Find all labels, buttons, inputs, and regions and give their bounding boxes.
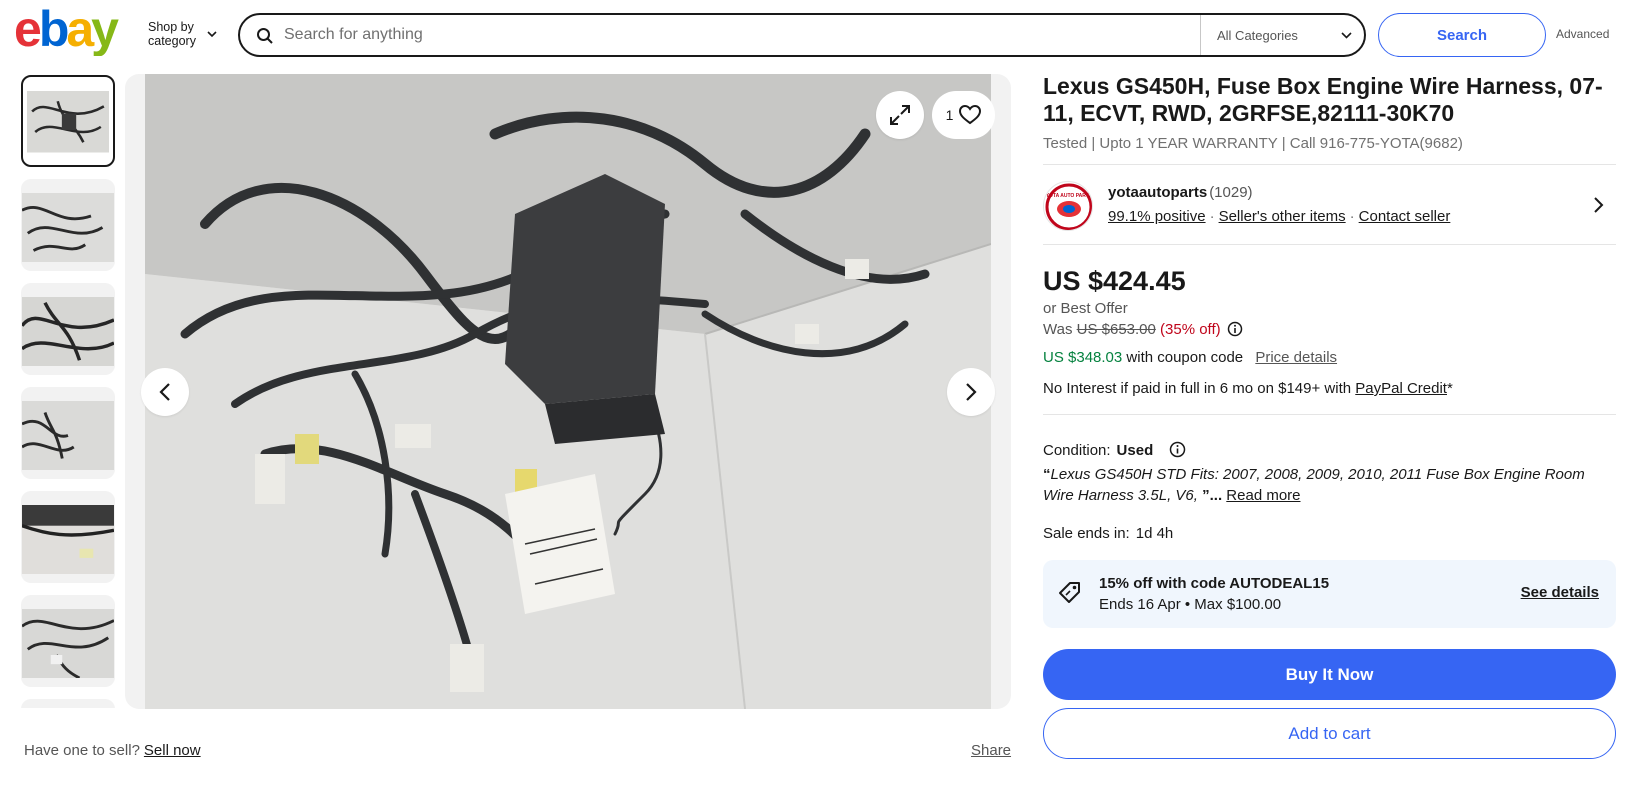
seller-info: yotaautoparts (1029) — [1108, 184, 1253, 201]
item-description: “Lexus GS450H STD Fits: 2007, 2008, 2009… — [1043, 464, 1618, 506]
thumbnail-image — [27, 91, 109, 153]
ebay-logo[interactable]: ebay — [14, 6, 134, 56]
seller-other-items-link[interactable]: Seller's other items — [1219, 208, 1346, 225]
divider — [1043, 244, 1616, 245]
thumbnail-5[interactable] — [21, 491, 115, 583]
thumbnail-image — [22, 193, 114, 262]
best-offer-text: or Best Offer — [1043, 300, 1128, 317]
buy-it-now-button[interactable]: Buy It Now — [1043, 649, 1616, 700]
see-details-link[interactable]: See details — [1521, 584, 1599, 601]
sale-ends-label: Sale ends in: — [1043, 525, 1130, 542]
seller-name[interactable]: yotaautoparts — [1108, 184, 1207, 201]
coupon-text: with coupon code — [1126, 349, 1244, 366]
expand-icon — [890, 105, 910, 125]
description-close-quote: ”... — [1202, 487, 1223, 504]
shop-by-category-button[interactable]: Shop by category — [148, 20, 217, 48]
coupon-promo-banner: 15% off with code AUTODEAL15 Ends 16 Apr… — [1043, 560, 1616, 628]
separator-dot: · — [1209, 208, 1215, 225]
have-one-text: Have one to sell? — [24, 742, 140, 759]
sell-now-link[interactable]: Sell now — [144, 742, 201, 759]
add-to-cart-button[interactable]: Add to cart — [1043, 708, 1616, 759]
description-text: Lexus GS450H STD Fits: 2007, 2008, 2009,… — [1043, 466, 1585, 504]
thumbnail-strip[interactable] — [20, 75, 116, 708]
thumbnail-4[interactable] — [21, 387, 115, 479]
thumbnail-2[interactable] — [21, 179, 115, 271]
seller-links: 99.1% positive · Seller's other items · Cont… — [1108, 208, 1450, 225]
was-price-line: Was US $653.00 (35% off) — [1043, 321, 1243, 338]
thumbnail-image — [22, 401, 114, 470]
shop-by-label: Shop by — [148, 20, 194, 34]
read-more-link[interactable]: Read more — [1226, 487, 1300, 504]
divider — [1043, 414, 1616, 415]
description-open-quote: “ — [1043, 466, 1051, 483]
svg-text:ebay: ebay — [14, 6, 119, 56]
have-one-to-sell: Have one to sell? Sell now — [24, 742, 201, 759]
watch-button[interactable]: 1 — [932, 91, 995, 139]
chevron-down-icon — [207, 31, 217, 38]
paypal-asterisk: * — [1446, 380, 1453, 397]
thumbnail-6[interactable] — [21, 595, 115, 687]
item-price: US $424.45 — [1043, 266, 1186, 296]
thumbnail-image — [22, 505, 114, 574]
share-link[interactable]: Share — [971, 742, 1011, 759]
advanced-search-link[interactable]: Advanced — [1556, 27, 1609, 41]
info-icon[interactable] — [1169, 441, 1186, 458]
coupon-price: US $348.03 — [1043, 349, 1123, 366]
listing-subtitle: Tested | Upto 1 YEAR WARRANTY | Call 916… — [1043, 135, 1463, 152]
divider — [1043, 164, 1616, 165]
paypal-credit-line: No Interest if paid in full in 6 mo on $… — [1043, 380, 1453, 397]
heart-icon — [959, 105, 982, 125]
price-details-link[interactable]: Price details — [1255, 349, 1337, 366]
main-product-image[interactable]: 1 — [125, 74, 1011, 709]
coupon-price-line: US $348.03 with coupon code Price detail… — [1043, 349, 1337, 366]
expand-image-button[interactable] — [876, 91, 924, 139]
sale-ends-value: 1d 4h — [1135, 525, 1174, 542]
paypal-credit-link[interactable]: PayPal Credit — [1355, 380, 1447, 397]
search-button[interactable]: Search — [1378, 13, 1546, 57]
sale-ends-row: Sale ends in: 1d 4h — [1043, 525, 1173, 542]
info-icon[interactable] — [1227, 321, 1243, 337]
thumbnail-3[interactable] — [21, 283, 115, 375]
search-input[interactable] — [284, 20, 1184, 50]
thumbnail-7[interactable] — [21, 699, 115, 708]
chevron-right-icon[interactable] — [1592, 195, 1606, 215]
search-icon — [257, 28, 273, 44]
condition-value: Used — [1116, 442, 1154, 459]
paypal-text: No Interest if paid in full in 6 mo on $… — [1043, 380, 1352, 397]
promo-headline: 15% off with code AUTODEAL15 — [1099, 575, 1330, 592]
discount-percent: (35% off) — [1160, 321, 1221, 338]
seller-positive-link[interactable]: 99.1% positive — [1108, 208, 1206, 225]
condition-label: Condition: — [1043, 442, 1111, 459]
was-label: Was — [1043, 321, 1073, 338]
was-price: US $653.00 — [1076, 321, 1156, 338]
seller-logo-text: YOTA AUTO PARTS — [1046, 193, 1093, 199]
watch-count: 1 — [945, 107, 954, 123]
shop-by-category-label: category — [148, 34, 196, 48]
price-tag-icon — [1059, 582, 1080, 603]
promo-terms: Ends 16 Apr • Max $100.00 — [1099, 596, 1282, 613]
thumbnail-1[interactable] — [21, 75, 115, 167]
condition-row: Condition: Used — [1043, 441, 1186, 459]
search-bar: All Categories — [238, 13, 1366, 57]
product-photo — [145, 74, 991, 709]
next-image-button[interactable] — [947, 368, 995, 416]
seller-avatar[interactable]: YOTA AUTO PARTS — [1043, 181, 1093, 231]
separator-dot: · — [1349, 208, 1355, 225]
thumbnail-image — [22, 297, 114, 366]
chevron-down-icon — [1341, 32, 1352, 39]
seller-logo-image: YOTA AUTO PARTS — [1045, 183, 1093, 230]
category-select[interactable]: All Categories — [1200, 15, 1364, 55]
listing-title: Lexus GS450H, Fuse Box Engine Wire Harne… — [1043, 73, 1603, 126]
chevron-left-icon — [159, 383, 170, 401]
thumbnail-image — [22, 609, 114, 678]
chevron-right-icon — [966, 383, 977, 401]
contact-seller-link[interactable]: Contact seller — [1359, 208, 1451, 225]
previous-image-button[interactable] — [141, 368, 189, 416]
seller-feedback-count: (1029) — [1209, 184, 1253, 201]
category-select-value: All Categories — [1217, 27, 1298, 43]
